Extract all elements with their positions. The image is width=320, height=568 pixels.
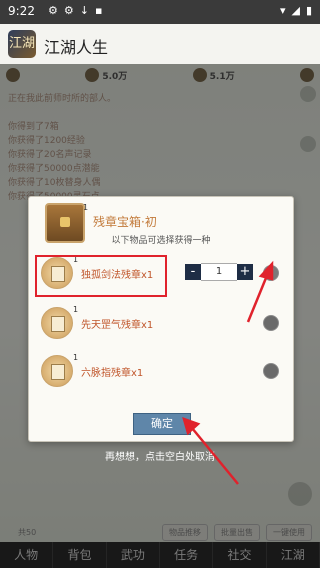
app-logo: 江湖 [8, 30, 36, 58]
chest-dialog: 1 残章宝箱·初 以下物品可选择获得一种 1 独孤剑法残章x1 - 1 + ✓ … [28, 196, 294, 442]
item-count: 1 [73, 353, 79, 362]
dialog-subtitle: 以下物品可选择获得一种 [111, 236, 211, 246]
chest-lock [60, 217, 70, 227]
scroll-paper [51, 364, 65, 380]
system-icons: ▾ ◢ ▮ [280, 4, 312, 17]
app-bar: 江湖 江湖人生 [0, 24, 320, 65]
item-option-2[interactable]: 1 先天罡气残章x1 [37, 303, 285, 343]
item-count: 1 [73, 305, 79, 314]
item-option-3[interactable]: 1 六脉指残章x1 [37, 351, 285, 391]
chest-count: 1 [83, 203, 89, 212]
status-bar: 9:22 ⚙ ⚙ ↓ ▪ ▾ ◢ ▮ [0, 0, 320, 24]
battery-icon: ▮ [305, 4, 312, 17]
quantity-value[interactable]: 1 [201, 263, 237, 281]
download-icon: ↓ [79, 4, 89, 17]
selection-highlight [35, 255, 167, 297]
item-name: 六脉指残章x1 [81, 368, 144, 379]
status-time: 9:22 [8, 4, 35, 18]
decrement-button[interactable]: - [185, 264, 201, 280]
sim-icon: ▪ [94, 4, 103, 17]
item-radio[interactable] [263, 315, 279, 331]
dialog-title: 残章宝箱·初 [93, 215, 157, 229]
app-title: 江湖人生 [44, 38, 109, 57]
increment-button[interactable]: + [237, 264, 253, 280]
gear-icon: ⚙ [48, 4, 58, 17]
item-radio-selected[interactable]: ✓ [263, 265, 279, 281]
item-radio[interactable] [263, 363, 279, 379]
confirm-button[interactable]: 确定 [133, 413, 191, 435]
item-name: 先天罡气残章x1 [81, 320, 154, 331]
wifi-icon: ▾ [279, 4, 286, 17]
gear-icon: ⚙ [63, 4, 74, 17]
signal-icon: ◢ [291, 4, 300, 17]
scroll-paper [51, 316, 65, 332]
quantity-stepper: - 1 + [185, 263, 253, 281]
scroll-icon [41, 307, 73, 339]
notification-icons: ⚙ ⚙ ↓ ▪ [48, 4, 102, 17]
cancel-hint: 再想想，点击空白处取消 [105, 452, 215, 463]
scroll-icon [41, 355, 73, 387]
